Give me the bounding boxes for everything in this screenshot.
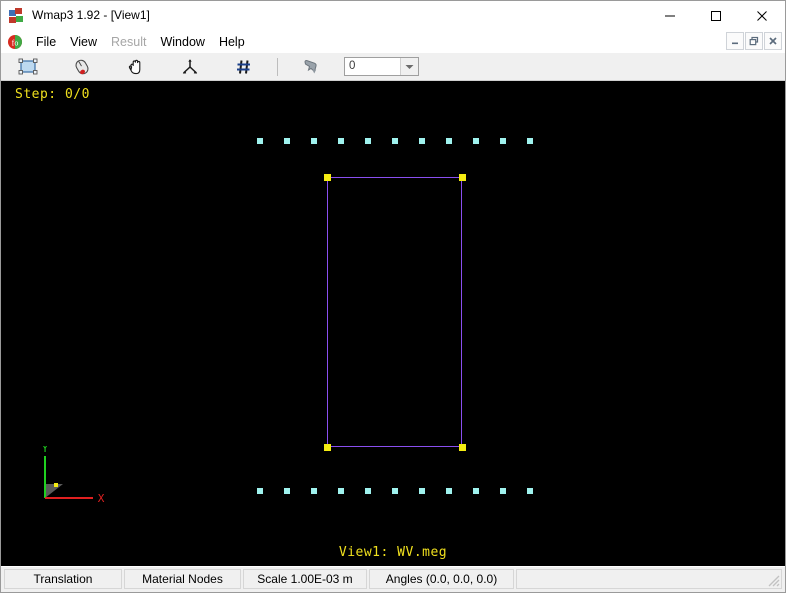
mesh-node-dot[interactable] bbox=[338, 488, 344, 494]
axis-triad: Y X bbox=[41, 442, 111, 508]
menu-item-help[interactable]: Help bbox=[212, 33, 252, 51]
mesh-node-dot[interactable] bbox=[311, 488, 317, 494]
document-logo-icon: fo bbox=[7, 34, 23, 50]
app-blocks-icon bbox=[9, 7, 25, 24]
mdi-restore-button[interactable] bbox=[745, 32, 763, 50]
element-corner-node[interactable] bbox=[324, 444, 331, 451]
mdi-close-button[interactable] bbox=[764, 32, 782, 50]
mesh-node-dot[interactable] bbox=[419, 138, 425, 144]
mesh-node-dot[interactable] bbox=[392, 138, 398, 144]
mdi-close-icon bbox=[769, 37, 777, 45]
axes-tripod-icon bbox=[182, 58, 198, 74]
close-button[interactable] bbox=[739, 1, 785, 30]
status-pane-angles: Angles (0.0, 0.0, 0.0) bbox=[369, 569, 514, 589]
mesh-node-dot[interactable] bbox=[311, 138, 317, 144]
status-pane-scale: Scale 1.00E-03 m bbox=[243, 569, 367, 589]
mdi-minimize-button[interactable] bbox=[726, 32, 744, 50]
application-window: Wmap3 1.92 - [View1] fo File View Result… bbox=[0, 0, 786, 593]
step-label: Step: 0/0 bbox=[15, 87, 90, 102]
minimize-icon bbox=[665, 15, 675, 16]
status-pane-empty bbox=[516, 569, 782, 589]
step-combobox-value: 0 bbox=[349, 60, 356, 72]
toolbar: 0 bbox=[1, 53, 785, 81]
mesh-node-dot[interactable] bbox=[365, 488, 371, 494]
resize-grip-icon[interactable] bbox=[766, 573, 780, 587]
close-icon bbox=[757, 10, 767, 21]
maximize-button[interactable] bbox=[693, 1, 739, 30]
status-bar: Translation Material Nodes Scale 1.00E-0… bbox=[1, 566, 785, 592]
menu-item-window[interactable]: Window bbox=[153, 33, 211, 51]
svg-text:fo: fo bbox=[12, 38, 19, 47]
menu-bar: fo File View Result Window Help bbox=[1, 30, 785, 53]
element-corner-node[interactable] bbox=[324, 174, 331, 181]
hand-pan-icon bbox=[128, 59, 141, 74]
mesh-node-dot[interactable] bbox=[284, 138, 290, 144]
mesh-node-dot[interactable] bbox=[338, 138, 344, 144]
mouse-rotate-icon bbox=[75, 59, 89, 74]
mesh-node-dot[interactable] bbox=[419, 488, 425, 494]
step-combobox[interactable]: 0 bbox=[344, 57, 419, 76]
mesh-node-dot[interactable] bbox=[500, 138, 506, 144]
axes-tripod-button[interactable] bbox=[163, 54, 217, 79]
mesh-node-dot[interactable] bbox=[527, 488, 533, 494]
element-corner-node[interactable] bbox=[459, 444, 466, 451]
mesh-node-dot[interactable] bbox=[257, 138, 263, 144]
axis-x-label: X bbox=[98, 492, 105, 505]
status-pane-selection: Material Nodes bbox=[124, 569, 241, 589]
element-corner-node[interactable] bbox=[459, 174, 466, 181]
maximize-icon bbox=[711, 10, 721, 21]
mdi-window-controls bbox=[726, 32, 782, 50]
mesh-node-dot[interactable] bbox=[446, 138, 452, 144]
mesh-node-dot[interactable] bbox=[473, 138, 479, 144]
mesh-node-dot[interactable] bbox=[500, 488, 506, 494]
title-bar: Wmap3 1.92 - [View1] bbox=[1, 1, 785, 30]
mdi-restore-icon bbox=[749, 36, 759, 46]
chevron-down-icon[interactable] bbox=[400, 58, 418, 75]
mesh-node-dot[interactable] bbox=[527, 138, 533, 144]
mouse-rotate-button[interactable] bbox=[55, 54, 109, 79]
axis-y-label: Y bbox=[42, 446, 49, 455]
pick-arrow-button[interactable] bbox=[284, 54, 338, 79]
toolbar-separator bbox=[277, 57, 278, 76]
grid-hash-button[interactable] bbox=[217, 54, 271, 79]
mesh-node-dot[interactable] bbox=[392, 488, 398, 494]
status-pane-mode: Translation bbox=[4, 569, 122, 589]
mesh-node-dot[interactable] bbox=[257, 488, 263, 494]
mesh-node-dot[interactable] bbox=[365, 138, 371, 144]
view-label: View1: WV.meg bbox=[338, 545, 448, 560]
mdi-minimize-icon bbox=[732, 42, 738, 45]
minimize-button[interactable] bbox=[647, 1, 693, 30]
mesh-node-dot[interactable] bbox=[284, 488, 290, 494]
menu-item-view[interactable]: View bbox=[63, 33, 104, 51]
select-box-icon bbox=[18, 58, 38, 74]
menu-item-file[interactable]: File bbox=[29, 33, 63, 51]
hand-pan-button[interactable] bbox=[109, 54, 163, 79]
menu-item-result: Result bbox=[111, 34, 147, 49]
viewport-canvas[interactable]: Step: 0/0 Y X View1: WV.meg bbox=[1, 81, 785, 566]
mesh-node-dot[interactable] bbox=[446, 488, 452, 494]
window-controls bbox=[647, 1, 785, 30]
select-box-button[interactable] bbox=[1, 54, 55, 79]
window-title: Wmap3 1.92 - [View1] bbox=[32, 8, 150, 22]
grid-hash-icon bbox=[237, 59, 250, 74]
mesh-node-dot[interactable] bbox=[473, 488, 479, 494]
element-rectangle[interactable] bbox=[327, 177, 462, 447]
pick-arrow-icon bbox=[304, 59, 317, 73]
